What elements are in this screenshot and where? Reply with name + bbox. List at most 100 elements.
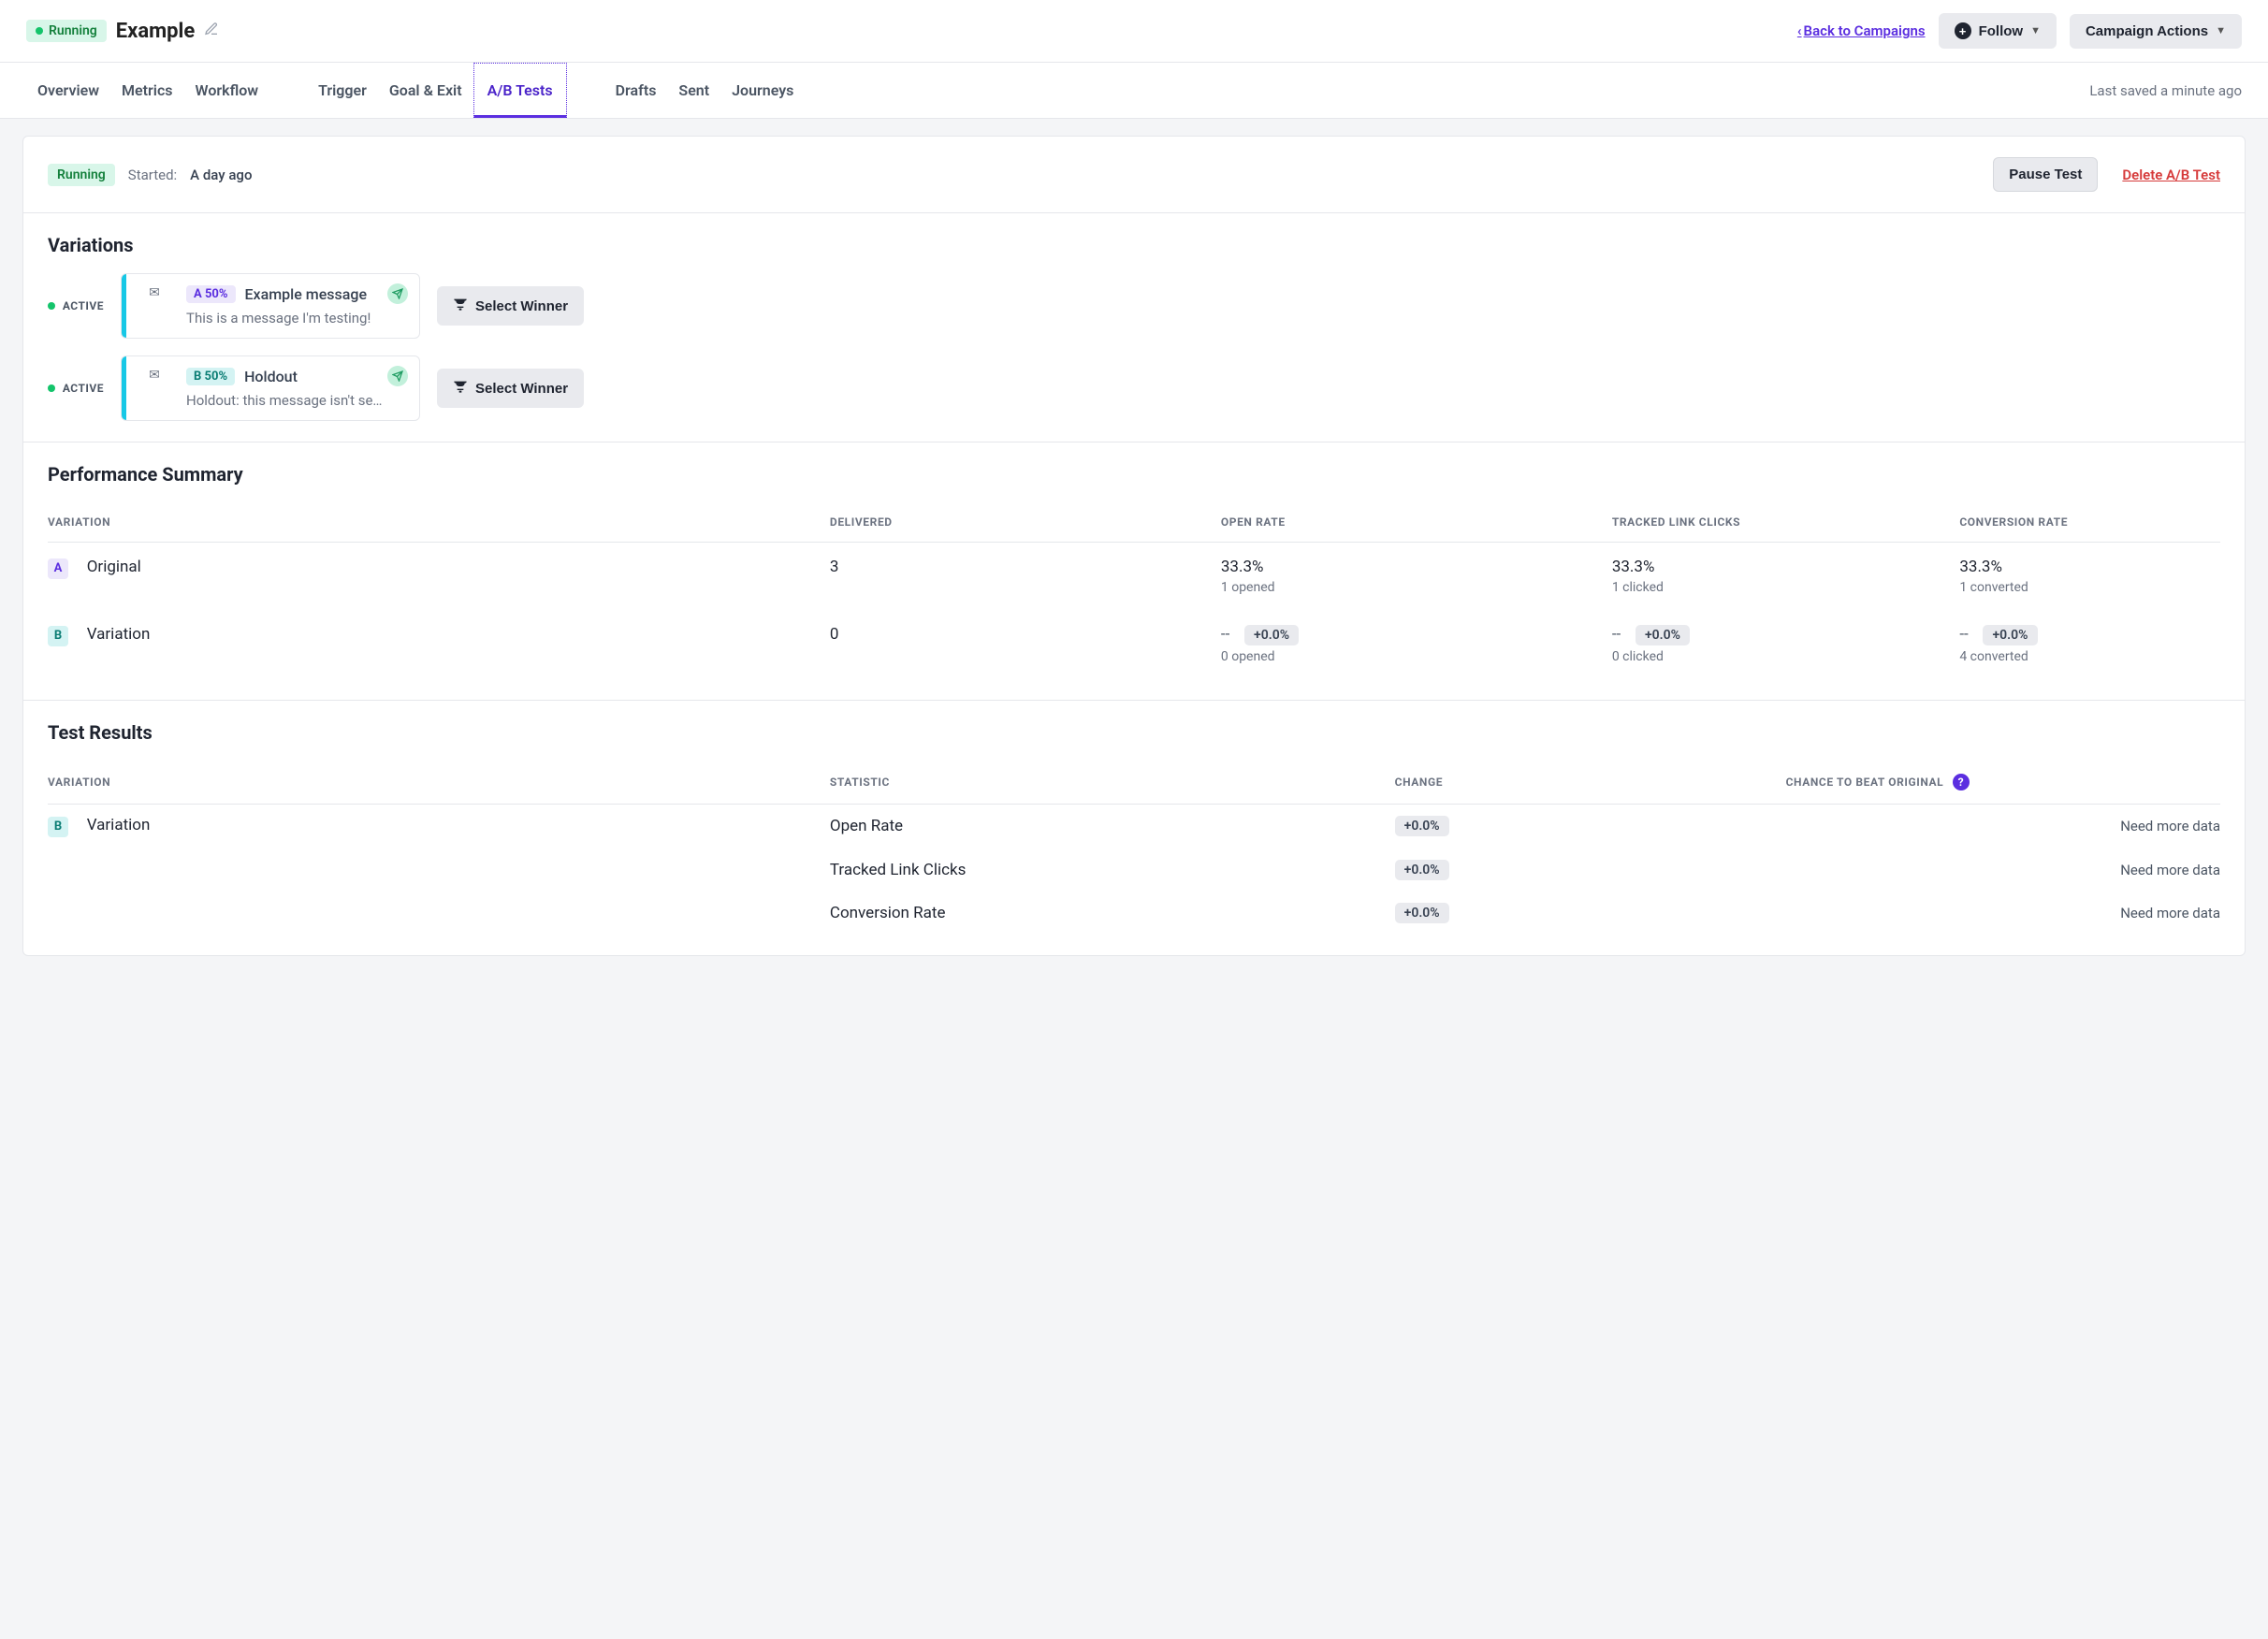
variation-row: ACTIVE ✉ B 50% Holdout Holdout: this mes…	[48, 355, 2220, 421]
stat-name: Open Rate	[830, 805, 1395, 849]
variation-body: B 50% Holdout Holdout: this message isn'…	[182, 356, 419, 420]
tab-goal-exit[interactable]: Goal & Exit	[378, 63, 473, 118]
tab-drafts[interactable]: Drafts	[604, 63, 668, 118]
tab-overview[interactable]: Overview	[26, 63, 110, 118]
test-status-text: Running	[57, 167, 106, 182]
chevron-left-icon: ‹	[1797, 22, 1802, 39]
tab-journeys[interactable]: Journeys	[720, 63, 805, 118]
open-rate-sub: 1 opened	[1221, 580, 1612, 595]
variation-pct-badge: A 50%	[186, 285, 236, 303]
envelope-icon: ✉	[149, 368, 160, 383]
top-bar: Running Example ‹ Back to Campaigns + Fo…	[0, 0, 2268, 63]
campaign-actions-button[interactable]: Campaign Actions ▼	[2070, 14, 2242, 49]
variation-description: This is a message I'm testing!	[186, 310, 392, 326]
open-rate-value: --	[1221, 625, 1229, 644]
top-bar-left: Running Example	[26, 20, 219, 43]
edit-icon[interactable]	[204, 22, 219, 40]
conversion-sub: 4 converted	[1959, 649, 2220, 664]
delivered-value: 0	[830, 625, 839, 644]
conversion-delta: +0.0%	[1983, 625, 2037, 645]
pause-test-button[interactable]: Pause Test	[1993, 157, 2098, 192]
status-left: Running Started: A day ago	[48, 164, 252, 186]
test-results-title: Test Results	[48, 721, 2220, 744]
select-winner-button[interactable]: Select Winner	[437, 286, 584, 326]
active-text: ACTIVE	[63, 382, 104, 395]
table-row: A Original 3 33.3% 1 opened 33.3% 1 clic…	[48, 543, 2220, 611]
select-winner-label: Select Winner	[475, 381, 568, 397]
status-badge: Running	[26, 20, 107, 42]
variation-thumbnail: ✉	[126, 274, 182, 338]
variation-row: ACTIVE ✉ A 50% Example message This is a…	[48, 273, 2220, 339]
trophy-icon	[453, 297, 468, 315]
started-label: Started:	[128, 167, 177, 183]
res-header-variation: VARIATION	[48, 761, 830, 805]
clicks-sub: 0 clicked	[1612, 649, 1960, 664]
perf-header-delivered: DELIVERED	[830, 502, 1221, 543]
table-row: Conversion Rate +0.0% Need more data	[48, 892, 2220, 935]
open-rate-value: 33.3%	[1221, 558, 1612, 576]
variation-card[interactable]: ✉ A 50% Example message This is a messag…	[121, 273, 420, 339]
status-dot-icon	[36, 27, 43, 35]
send-status-icon	[387, 366, 408, 386]
stat-change: +0.0%	[1395, 816, 1449, 836]
stat-change: +0.0%	[1395, 903, 1449, 923]
delete-ab-test-link[interactable]: Delete A/B Test	[2122, 167, 2220, 183]
variation-name: Original	[87, 558, 141, 576]
perf-header-variation: VARIATION	[48, 502, 830, 543]
status-right: Pause Test Delete A/B Test	[1993, 157, 2220, 192]
res-header-change: CHANGE	[1395, 761, 1786, 805]
delivered-value: 3	[830, 558, 839, 576]
table-row: B Variation Open Rate +0.0% Need more da…	[48, 805, 2220, 849]
envelope-icon: ✉	[149, 285, 160, 300]
res-header-statistic: STATISTIC	[830, 761, 1395, 805]
variations-section: Variations ACTIVE ✉ A 50% Example messag…	[23, 213, 2245, 442]
follow-button[interactable]: + Follow ▼	[1939, 13, 2057, 49]
open-rate-delta: +0.0%	[1244, 625, 1299, 645]
clicks-value: --	[1612, 625, 1621, 644]
main-card: Running Started: A day ago Pause Test De…	[22, 136, 2246, 956]
table-row: Tracked Link Clicks +0.0% Need more data	[48, 849, 2220, 892]
tab-spacer	[567, 72, 604, 109]
back-link-label: Back to Campaigns	[1804, 22, 1926, 39]
perf-header-conversion: CONVERSION RATE	[1959, 502, 2220, 543]
performance-title: Performance Summary	[48, 463, 2220, 486]
tab-metrics[interactable]: Metrics	[110, 63, 183, 118]
conversion-value: 33.3%	[1959, 558, 2220, 576]
started-value: A day ago	[190, 167, 252, 183]
chevron-down-icon: ▼	[2216, 25, 2226, 36]
campaign-title: Example	[116, 20, 195, 43]
clicks-value: 33.3%	[1612, 558, 1960, 576]
top-bar-right: ‹ Back to Campaigns + Follow ▼ Campaign …	[1797, 13, 2242, 49]
variation-card[interactable]: ✉ B 50% Holdout Holdout: this message is…	[121, 355, 420, 421]
send-status-icon	[387, 283, 408, 304]
variation-thumbnail: ✉	[126, 356, 182, 420]
plus-circle-icon: +	[1955, 22, 1971, 39]
variation-description: Holdout: this message isn't se…	[186, 392, 392, 409]
campaign-actions-label: Campaign Actions	[2086, 23, 2208, 39]
tab-workflow[interactable]: Workflow	[184, 63, 270, 118]
open-rate-sub: 0 opened	[1221, 649, 1612, 664]
back-to-campaigns-link[interactable]: ‹ Back to Campaigns	[1797, 22, 1926, 39]
variations-title: Variations	[48, 234, 2220, 256]
tab-trigger[interactable]: Trigger	[307, 63, 378, 118]
test-status-section: Running Started: A day ago Pause Test De…	[23, 137, 2245, 213]
variation-active-label: ACTIVE	[48, 382, 104, 395]
tab-spacer	[269, 72, 307, 109]
test-results-section: Test Results VARIATION STATISTIC CHANGE …	[23, 701, 2245, 955]
res-header-chance: CHANCE TO BEAT ORIGINAL ?	[1786, 761, 2220, 805]
variation-active-label: ACTIVE	[48, 299, 104, 312]
variation-pct-badge: B 50%	[186, 368, 235, 385]
select-winner-button[interactable]: Select Winner	[437, 369, 584, 408]
variation-letter-badge: B	[48, 626, 68, 646]
stat-name: Tracked Link Clicks	[830, 849, 1395, 892]
stat-chance: Need more data	[1786, 892, 2220, 935]
tabs: Overview Metrics Workflow Trigger Goal &…	[26, 63, 805, 118]
test-status-badge: Running	[48, 164, 115, 186]
tab-ab-tests[interactable]: A/B Tests	[473, 63, 567, 118]
select-winner-label: Select Winner	[475, 298, 568, 314]
help-icon[interactable]: ?	[1953, 774, 1970, 790]
performance-section: Performance Summary VARIATION DELIVERED …	[23, 442, 2245, 701]
variation-body: A 50% Example message This is a message …	[182, 274, 419, 338]
tab-sent[interactable]: Sent	[667, 63, 720, 118]
chance-header-text: CHANCE TO BEAT ORIGINAL	[1786, 776, 1944, 789]
